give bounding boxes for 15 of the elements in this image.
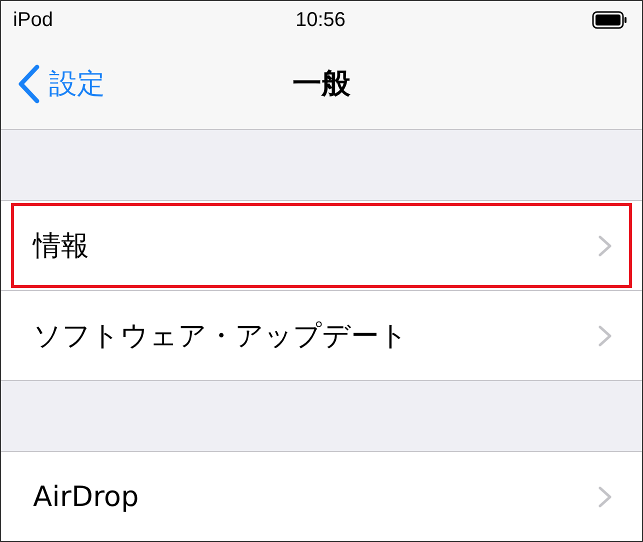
back-button[interactable]: 設定: [1, 64, 105, 104]
settings-row[interactable]: AirDrop: [1, 452, 642, 541]
row-label: 情報: [33, 228, 89, 264]
row-label: ソフトウェア・アップデート: [33, 318, 408, 354]
chevron-icon: [598, 324, 612, 346]
settings-row[interactable]: 情報: [1, 201, 642, 290]
settings-row[interactable]: ソフトウェア・アップデート: [1, 290, 642, 380]
chevron-icon: [598, 234, 612, 256]
back-chevron-icon: [17, 64, 41, 104]
carrier-label: iPod: [13, 8, 54, 32]
row-label: AirDrop: [33, 480, 139, 513]
battery-icon: [592, 11, 628, 29]
chevron-icon: [598, 486, 612, 508]
screen-title: 一般: [292, 65, 350, 102]
status-time: 10:56: [295, 8, 346, 32]
